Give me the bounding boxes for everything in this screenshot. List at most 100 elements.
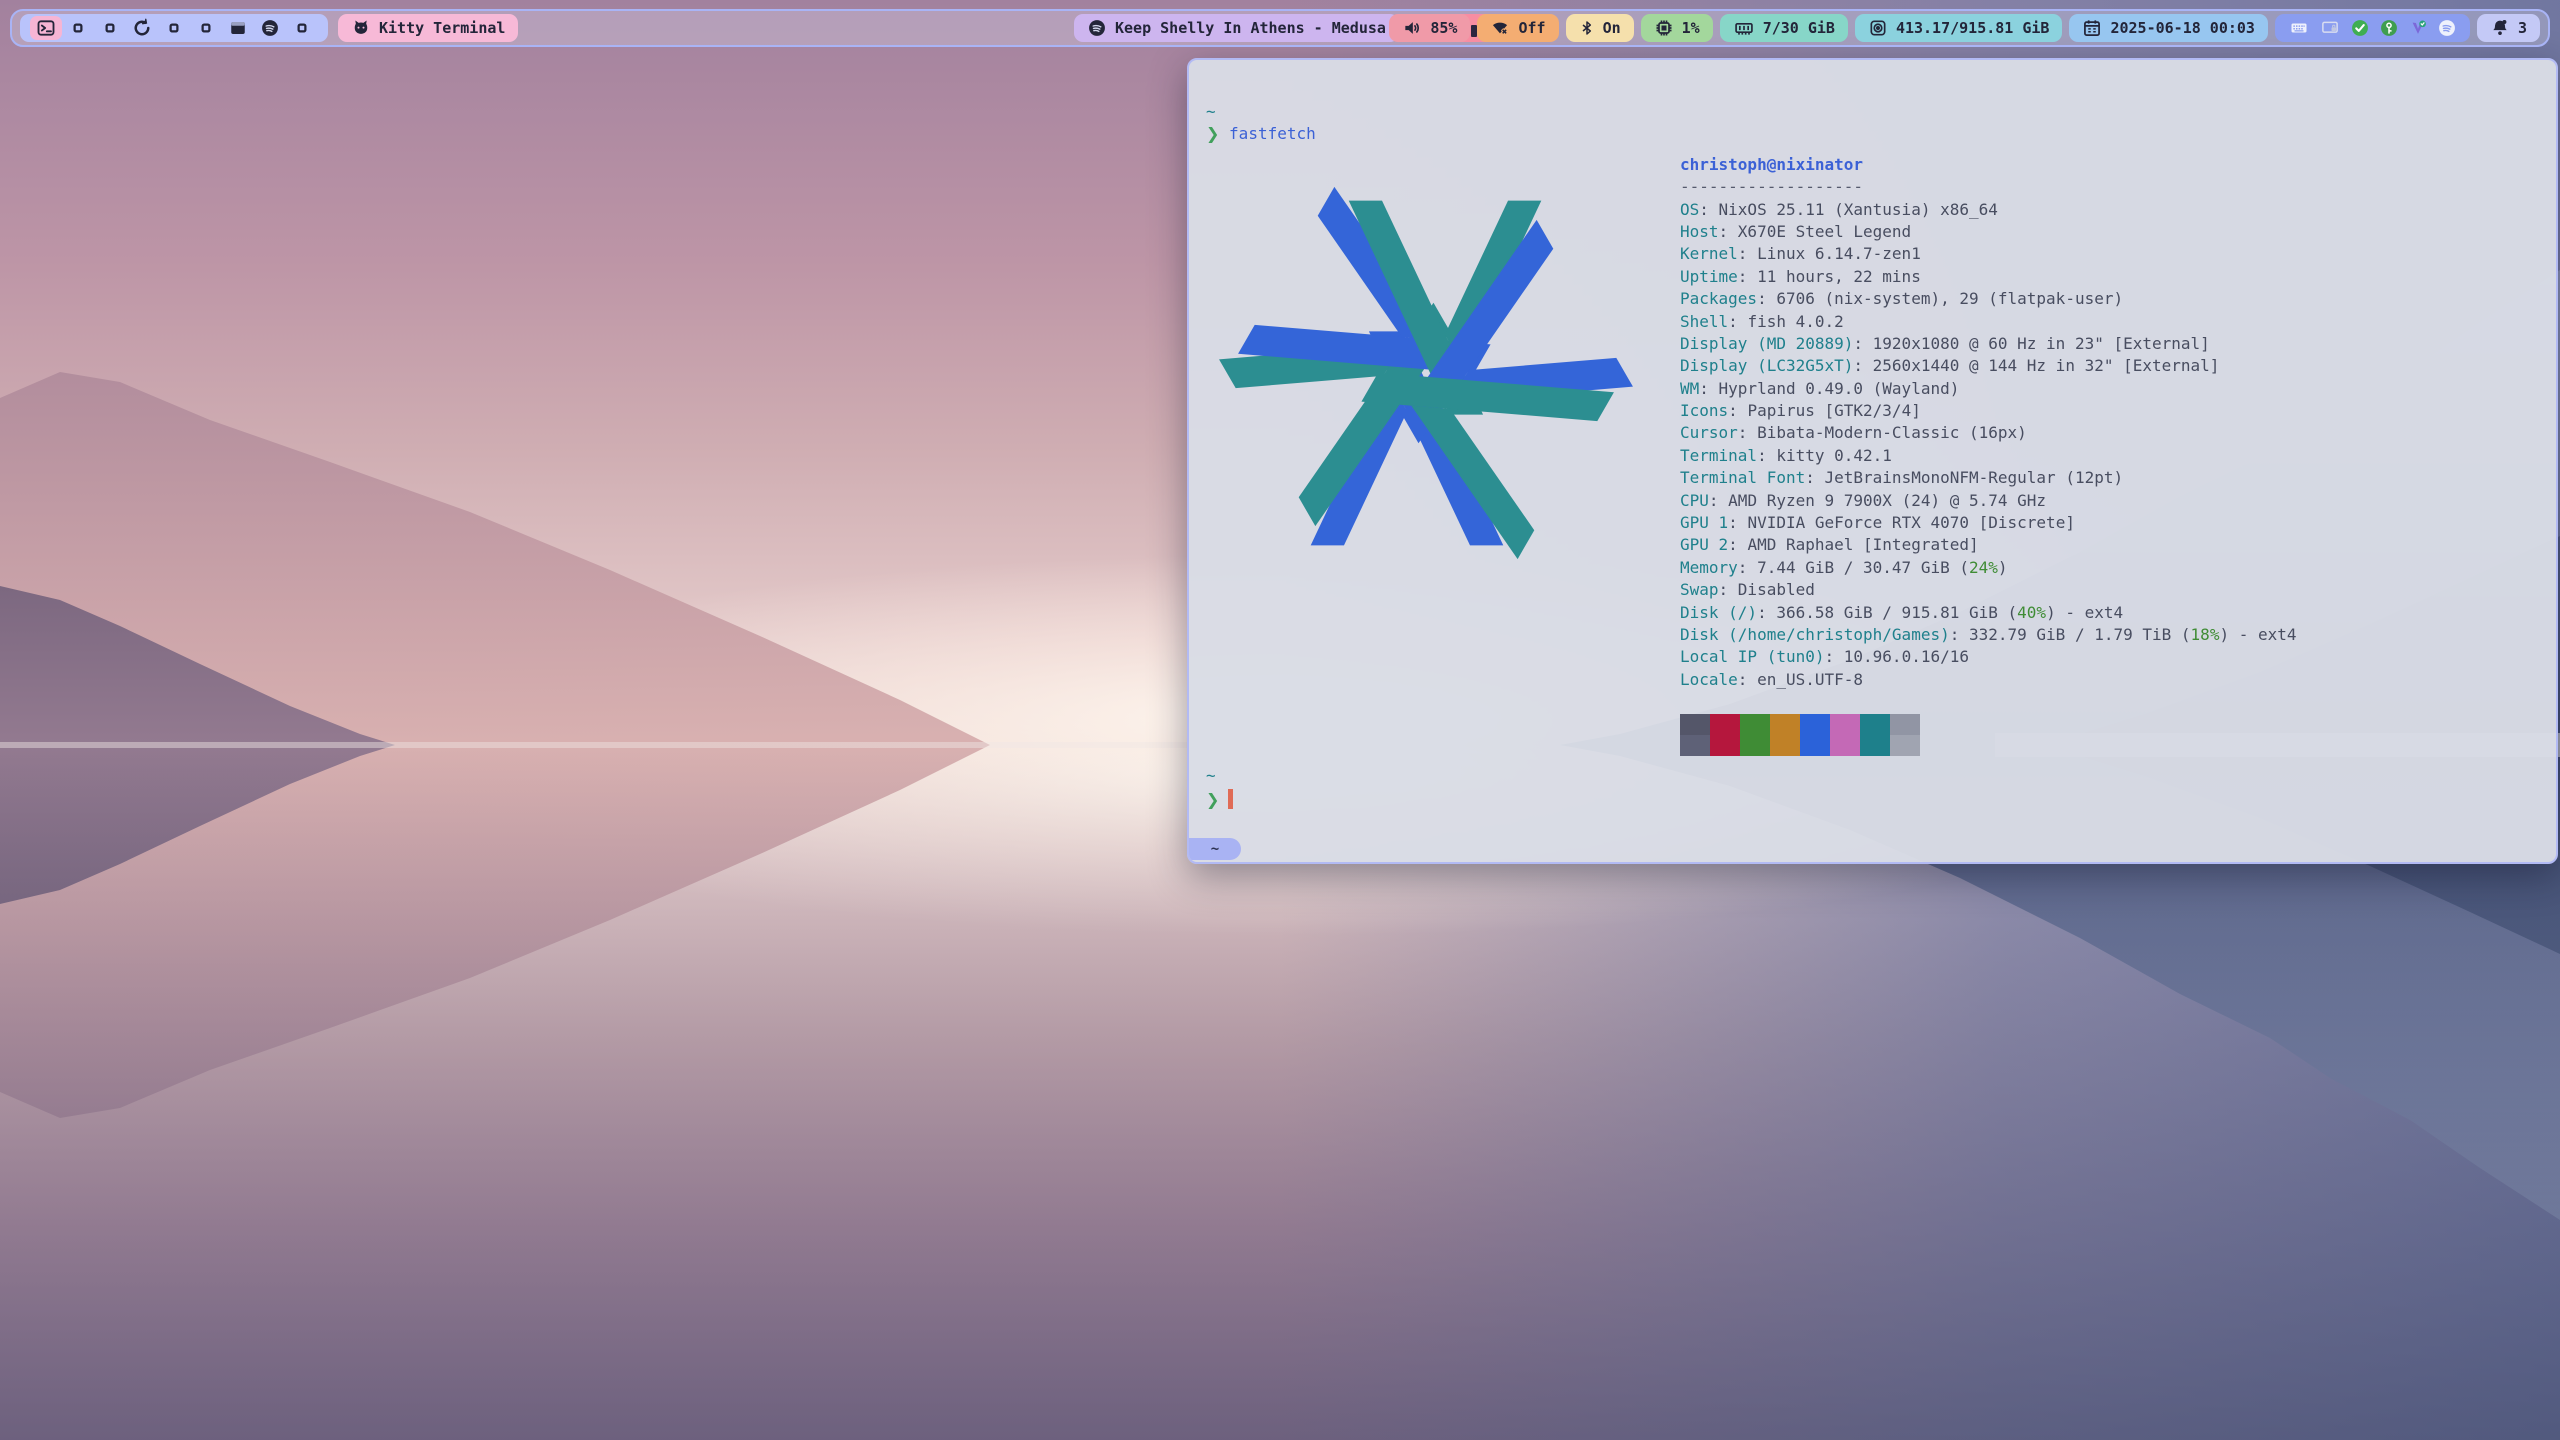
nixos-logo: [1208, 159, 1644, 587]
keyboard-icon[interactable]: [2288, 19, 2310, 37]
cpu-value: 1%: [1682, 19, 1700, 37]
status-bar: Kitty Terminal Keep Shelly In Athens - M…: [10, 9, 2550, 47]
fastfetch-output: christoph@nixinator ------------------- …: [1206, 155, 2536, 756]
fastfetch-entry: Shell: fish 4.0.2: [1680, 312, 2297, 334]
workspace-4-firefox[interactable]: [126, 16, 158, 40]
workspace-2-square[interactable]: [62, 16, 94, 40]
prompt-cwd: ~: [1206, 102, 1216, 121]
fastfetch-entry: Display (LC32G5xT): 2560x1440 @ 144 Hz i…: [1680, 356, 2297, 378]
square-icon: [165, 19, 183, 37]
palette-swatch: [1890, 735, 1920, 756]
memory-value: 7/30 GiB: [1763, 19, 1835, 37]
spotify-icon: [260, 18, 280, 38]
palette-swatch: [1680, 735, 1710, 756]
active-window-label: Kitty Terminal: [379, 19, 505, 37]
volume-value: 85%: [1430, 19, 1457, 37]
fastfetch-entry: WM: Hyprland 0.49.0 (Wayland): [1680, 379, 2297, 401]
fastfetch-entry: Kernel: Linux 6.14.7-zen1: [1680, 244, 2297, 266]
fastfetch-entry: Memory: 7.44 GiB / 30.47 GiB (24%): [1680, 558, 2297, 580]
fastfetch-entry: Icons: Papirus [GTK2/3/4]: [1680, 401, 2297, 423]
firefox-icon: [132, 18, 152, 38]
disk-value: 413.17/915.81 GiB: [1896, 19, 2050, 37]
fastfetch-entry: GPU 2: AMD Raphael [Integrated]: [1680, 535, 2297, 557]
disk-icon: [1868, 18, 1888, 38]
notifications-module[interactable]: 3: [2477, 14, 2540, 42]
fastfetch-entry: Packages: 6706 (nix-system), 29 (flatpak…: [1680, 289, 2297, 311]
fastfetch-entry: Local IP (tun0): 10.96.0.16/16: [1680, 647, 2297, 669]
palette-swatch: [1770, 714, 1800, 735]
bar-right-modules: 85% Off On 1% 7/30 GiB 413.17/915.81 GiB…: [1389, 14, 2540, 42]
ram-icon: [1733, 18, 1755, 38]
prompt-symbol: ❯: [1206, 790, 1219, 809]
network-module[interactable]: Off: [1477, 14, 1558, 42]
fastfetch-entry: Uptime: 11 hours, 22 mins: [1680, 267, 2297, 289]
vpn-icon[interactable]: [2408, 18, 2428, 38]
notification-count: 3: [2518, 19, 2527, 37]
workspace-1-terminal-prompt[interactable]: [30, 16, 62, 40]
fastfetch-entry: Swap: Disabled: [1680, 580, 2297, 602]
prompt-cwd: ~: [1206, 766, 1216, 785]
palette-swatch: [1680, 714, 1710, 735]
spotify-light-icon[interactable]: [2437, 18, 2457, 38]
workspaces-module: [20, 14, 328, 42]
calendar-icon: [2082, 18, 2102, 38]
terminal-color-palette: [1680, 714, 2297, 756]
screenshot-icon[interactable]: [2319, 19, 2341, 37]
palette-row-2: [1680, 735, 2297, 756]
spotify-icon: [1087, 18, 1107, 38]
fastfetch-entry: CPU: AMD Ryzen 9 7900X (24) @ 5.74 GHz: [1680, 491, 2297, 513]
kitty-terminal-window: ~ ❯ fastfetch christoph@nixinator: [1187, 58, 2558, 864]
text-cursor: [1228, 789, 1233, 809]
workspace-7-window[interactable]: [222, 16, 254, 40]
terminal-tab-bar: ~: [1189, 836, 2556, 862]
fastfetch-entry: Display (MD 20889): 1920x1080 @ 60 Hz in…: [1680, 334, 2297, 356]
palette-swatch: [1770, 735, 1800, 756]
workspace-8-spotify[interactable]: [254, 16, 286, 40]
bluetooth-value: On: [1603, 19, 1621, 37]
cat-icon: [351, 18, 371, 38]
clock-value: 2025-06-18 00:03: [2110, 19, 2255, 37]
workspace-6-square[interactable]: [190, 16, 222, 40]
palette-swatch: [1830, 735, 1860, 756]
bell-icon: [2490, 18, 2510, 38]
workspace-5-square[interactable]: [158, 16, 190, 40]
square-icon: [293, 19, 311, 37]
palette-swatch: [1710, 735, 1740, 756]
cpu-chip-icon: [1654, 18, 1674, 38]
workspace-3-square[interactable]: [94, 16, 126, 40]
palette-swatch: [1890, 714, 1920, 735]
palette-swatch: [1860, 735, 1890, 756]
network-value: Off: [1518, 19, 1545, 37]
fastfetch-entry: Host: X670E Steel Legend: [1680, 222, 2297, 244]
check-circle-icon[interactable]: [2350, 18, 2370, 38]
now-playing-label: Keep Shelly In Athens - Medusa: [1115, 19, 1386, 37]
volume-module[interactable]: 85%: [1389, 14, 1470, 42]
fastfetch-entry: Cursor: Bibata-Modern-Classic (16px): [1680, 423, 2297, 445]
fastfetch-separator: -------------------: [1680, 177, 1863, 196]
fastfetch-entry: GPU 1: NVIDIA GeForce RTX 4070 [Discrete…: [1680, 513, 2297, 535]
prompt-symbol: ❯: [1206, 124, 1219, 143]
fastfetch-title: christoph@nixinator: [1680, 155, 1863, 174]
terminal-tab[interactable]: ~: [1189, 838, 1241, 860]
speaker-icon: [1402, 18, 1422, 38]
fastfetch-info: christoph@nixinator ------------------- …: [1680, 155, 2297, 756]
command-text: fastfetch: [1229, 124, 1316, 143]
palette-swatch: [1710, 714, 1740, 735]
now-playing-module[interactable]: Keep Shelly In Athens - Medusa: [1074, 14, 1399, 42]
fastfetch-entry: Terminal: kitty 0.42.1: [1680, 446, 2297, 468]
fastfetch-entry: OS: NixOS 25.11 (Xantusia) x86_64: [1680, 200, 2297, 222]
terminal-tab-label: ~: [1211, 841, 1219, 857]
workspace-9-square[interactable]: [286, 16, 318, 40]
disk-module[interactable]: 413.17/915.81 GiB: [1855, 14, 2063, 42]
wifi-off-icon: [1490, 18, 1510, 38]
key-icon[interactable]: [2379, 18, 2399, 38]
bluetooth-module[interactable]: On: [1566, 14, 1634, 42]
cpu-module[interactable]: 1%: [1641, 14, 1713, 42]
active-window-button[interactable]: Kitty Terminal: [338, 14, 518, 42]
palette-swatch: [1800, 735, 1830, 756]
palette-swatch: [1800, 714, 1830, 735]
terminal-content[interactable]: ~ ❯ fastfetch christoph@nixinator: [1189, 60, 2556, 862]
bar-left-modules: Kitty Terminal: [20, 14, 518, 42]
clock-module[interactable]: 2025-06-18 00:03: [2069, 14, 2268, 42]
memory-module[interactable]: 7/30 GiB: [1720, 14, 1848, 42]
